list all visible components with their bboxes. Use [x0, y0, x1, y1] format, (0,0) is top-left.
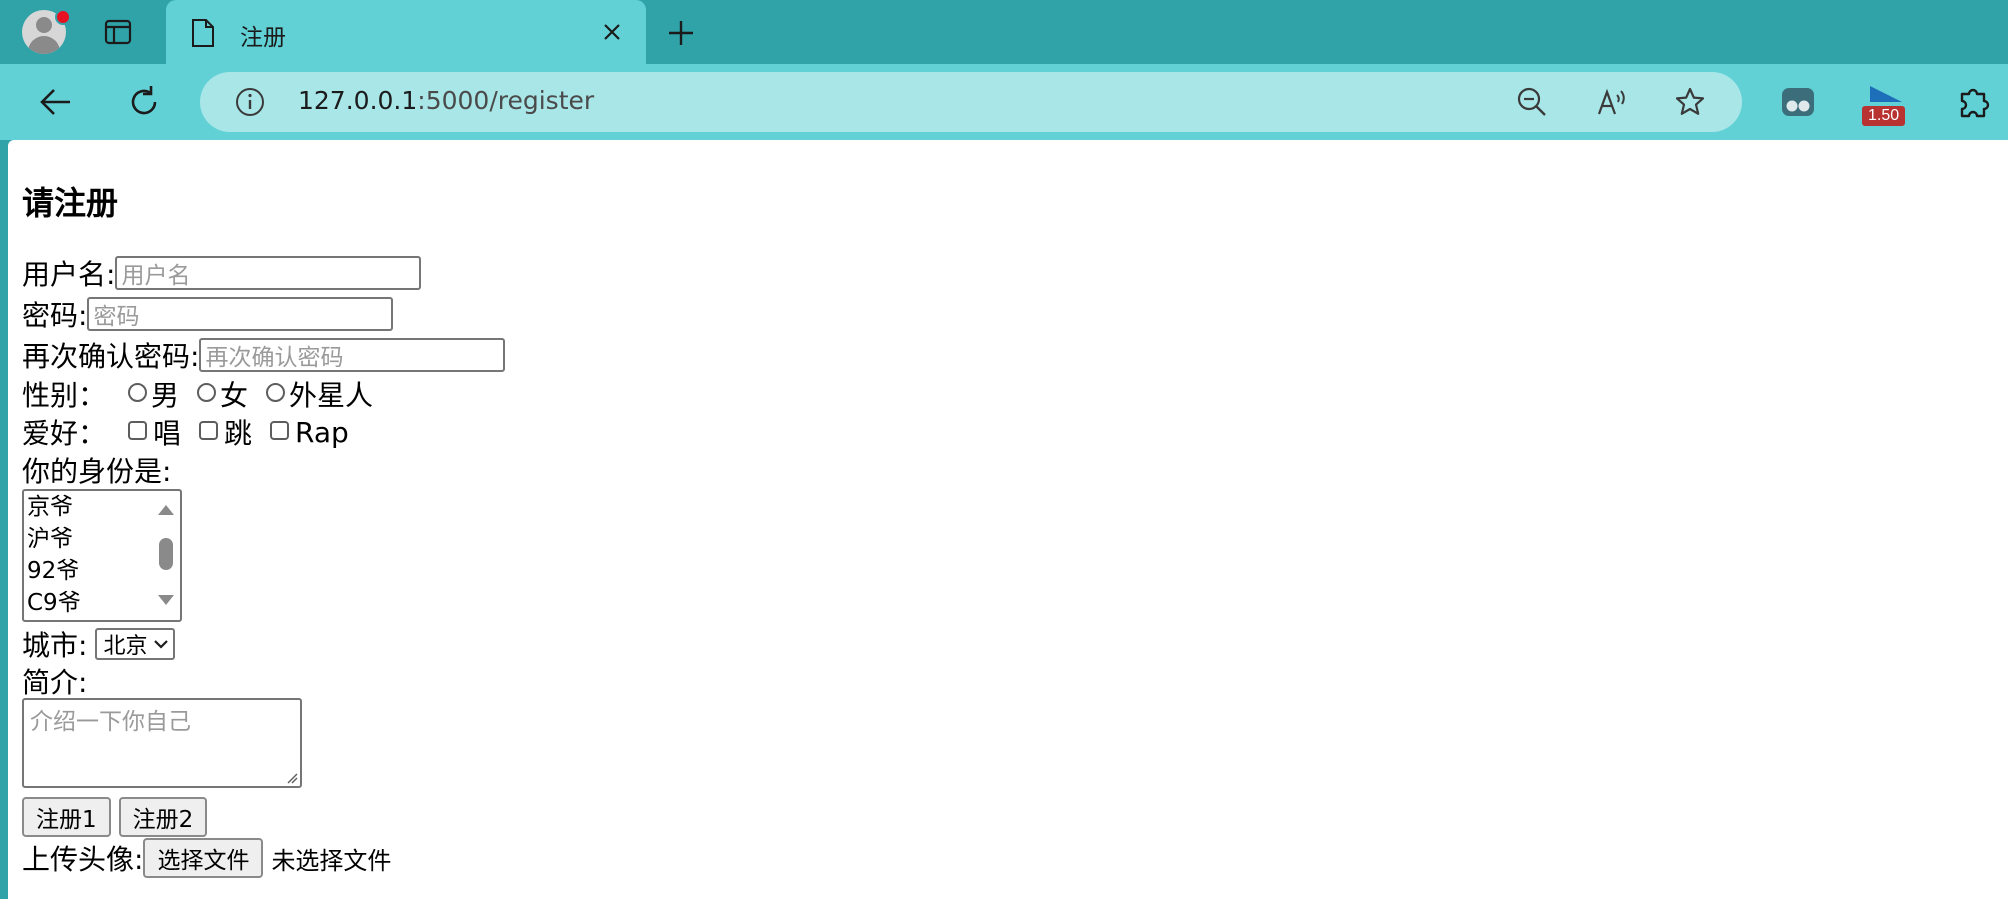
hobby-label: 爱好：	[22, 417, 107, 450]
hobby-option-label: 跳	[224, 417, 253, 450]
buttons-row: 注册1 注册2	[22, 796, 215, 838]
hobby-option-label: Rap	[295, 415, 349, 449]
scroll-up-arrow-icon[interactable]	[158, 505, 174, 515]
identity-option[interactable]: 京爷	[27, 491, 73, 523]
city-label: 城市:	[22, 629, 88, 662]
gender-radio-female[interactable]	[197, 382, 217, 402]
confirm-password-placeholder: 再次确认密码	[205, 345, 344, 371]
identity-option[interactable]: 92爷	[27, 555, 79, 587]
intro-placeholder: 介绍一下你自己	[30, 709, 191, 735]
city-row: 城市: 北京	[22, 624, 176, 664]
notification-dot-icon	[55, 9, 71, 25]
hobby-row: 爱好： 唱 跳 Rap	[22, 412, 367, 452]
register2-button[interactable]: 注册2	[118, 797, 208, 837]
password-row: 密码: 密码	[22, 294, 394, 334]
navigation-toolbar: 127.0.0.1:5000/register	[0, 64, 2008, 140]
gender-label: 性别：	[22, 379, 107, 412]
password-label: 密码:	[22, 299, 88, 332]
close-tab-icon[interactable]	[600, 20, 624, 44]
intro-row: 简介:	[22, 661, 87, 701]
address-bar[interactable]: 127.0.0.1:5000/register	[200, 72, 1742, 132]
favorite-star-icon[interactable]	[1674, 86, 1706, 118]
gender-radio-male[interactable]	[128, 382, 148, 402]
identity-option[interactable]: 沪爷	[27, 523, 73, 555]
avatar-upload-row: 上传头像: 选择文件 未选择文件	[22, 837, 391, 879]
password-placeholder: 密码	[93, 304, 140, 330]
page-title: 请注册	[22, 184, 119, 222]
choose-file-button[interactable]: 选择文件	[143, 838, 264, 878]
hobby-checkbox-sing[interactable]	[128, 420, 148, 440]
intro-textarea[interactable]: 介绍一下你自己	[22, 698, 302, 788]
refresh-icon[interactable]	[126, 84, 162, 120]
extensions-puzzle-icon[interactable]	[1954, 82, 1994, 122]
register1-button[interactable]: 注册1	[22, 797, 111, 837]
intro-label: 简介:	[22, 666, 88, 699]
extension-glasses-icon[interactable]	[1778, 82, 1818, 122]
city-select[interactable]: 北京	[95, 628, 176, 660]
hobby-option-label: 唱	[153, 417, 182, 450]
scroll-down-arrow-icon[interactable]	[158, 595, 174, 605]
hobby-checkbox-dance[interactable]	[199, 420, 219, 440]
confirm-password-input[interactable]: 再次确认密码	[199, 338, 506, 372]
confirm-password-row: 再次确认密码: 再次确认密码	[22, 335, 506, 375]
gender-row: 性别： 男 女 外星人	[22, 374, 391, 414]
file-status-text: 未选择文件	[271, 846, 392, 875]
url-text[interactable]: 127.0.0.1:5000/register	[298, 86, 594, 115]
gender-option-label: 外星人	[289, 379, 374, 412]
confirm-password-label: 再次确认密码:	[22, 340, 200, 373]
username-label: 用户名:	[22, 258, 116, 291]
username-row: 用户名: 用户名	[22, 253, 422, 293]
username-placeholder: 用户名	[121, 263, 191, 289]
tab-title: 注册	[240, 25, 286, 51]
zoom-out-icon[interactable]	[1516, 86, 1548, 118]
identity-row: 你的身份是:	[22, 450, 171, 490]
scroll-thumb[interactable]	[159, 538, 173, 570]
new-tab-icon[interactable]	[666, 18, 696, 48]
listbox-scrollbar[interactable]	[154, 493, 178, 618]
gender-radio-alien[interactable]	[266, 382, 286, 402]
tab-strip: 注册	[0, 0, 2008, 64]
read-aloud-icon[interactable]	[1596, 86, 1628, 118]
identity-option[interactable]: C9爷	[27, 587, 81, 619]
site-info-icon[interactable]	[234, 86, 266, 118]
document-icon	[192, 19, 214, 47]
url-host: 127.0.0.1	[298, 86, 418, 115]
extension-speed-badge: 1.50	[1862, 106, 1906, 126]
password-input[interactable]: 密码	[87, 297, 394, 331]
username-input[interactable]: 用户名	[115, 256, 422, 290]
resize-grip-icon[interactable]	[286, 772, 298, 784]
tab-actions-icon[interactable]	[104, 18, 132, 46]
chevron-down-icon	[154, 640, 169, 649]
url-path: :5000/register	[417, 86, 595, 115]
back-icon[interactable]	[38, 84, 74, 120]
city-selected-value: 北京	[103, 634, 148, 659]
avatar-label: 上传头像:	[22, 843, 144, 876]
identity-listbox[interactable]: 京爷 沪爷 92爷 C9爷	[22, 489, 182, 622]
gender-option-label: 女	[220, 379, 249, 412]
gender-option-label: 男	[151, 379, 180, 412]
page-viewport: 请注册 用户名: 用户名 密码: 密码 再次确认密码: 再次确认密码 性别： 男	[8, 140, 2008, 899]
tab-register[interactable]: 注册	[166, 0, 646, 64]
identity-label: 你的身份是:	[22, 455, 172, 488]
hobby-checkbox-rap[interactable]	[270, 420, 290, 440]
